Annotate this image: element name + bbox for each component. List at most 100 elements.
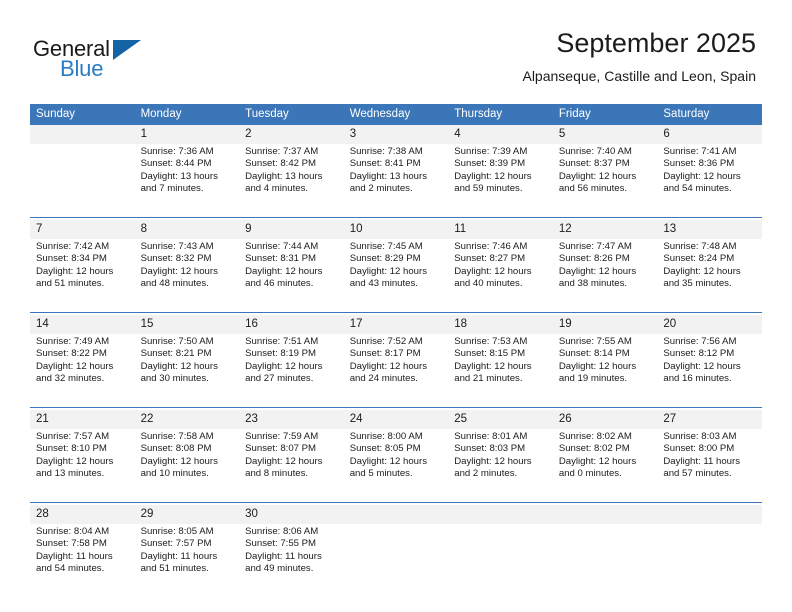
day-detail-cell[interactable]: Sunrise: 7:53 AM Sunset: 8:15 PM Daylight:… [448,334,553,408]
day-number-cell[interactable]: 13 [657,220,762,239]
day-number-cell[interactable]: 19 [552,315,658,334]
sunset-text: Sunset: 7:58 PM [36,538,107,550]
sunrise-text: Sunrise: 7:51 AM [245,336,319,347]
daylight-text-line2: and 30 minutes. [140,373,209,385]
day-detail-cell[interactable]: Sunrise: 7:40 AM Sunset: 8:37 PM Daylight:… [552,144,658,218]
day-detail-cell-empty [657,524,762,597]
logo-triangle-icon [113,40,141,60]
day-number-cell[interactable]: 30 [239,505,344,524]
day-number-cell[interactable]: 27 [657,410,762,429]
day-detail-cell[interactable]: Sunrise: 7:56 AM Sunset: 8:12 PM Daylight:… [657,334,762,408]
day-detail-cell[interactable]: Sunrise: 7:37 AM Sunset: 8:42 PM Daylight:… [239,144,344,218]
day-detail-cell[interactable]: Sunrise: 7:50 AM Sunset: 8:21 PM Daylight:… [134,334,240,408]
day-number-cell-empty [448,505,553,524]
day-number-cell[interactable]: 21 [30,410,135,429]
day-detail-cell[interactable]: Sunrise: 7:55 AM Sunset: 8:14 PM Daylight:… [552,334,658,408]
sunset-text: Sunset: 8:19 PM [245,348,317,360]
daylight-text-line2: and 10 minutes. [140,468,209,480]
sunrise-text: Sunrise: 7:46 AM [454,241,528,252]
day-detail-cell[interactable]: Sunrise: 8:05 AM Sunset: 7:57 PM Daylight:… [134,524,240,597]
sunrise-text: Sunrise: 7:43 AM [140,241,214,252]
sunrise-text: Sunrise: 7:49 AM [36,336,110,347]
daylight-text-line1: Daylight: 12 hours [454,360,532,372]
day-number-cell[interactable]: 12 [552,220,658,239]
daylight-text-line1: Daylight: 12 hours [454,455,532,467]
day-number-cell[interactable]: 10 [343,220,449,239]
day-number-cell[interactable]: 5 [552,125,658,144]
day-detail-cell[interactable]: Sunrise: 8:04 AM Sunset: 7:58 PM Daylight:… [30,524,135,597]
sunset-text: Sunset: 8:27 PM [454,253,526,265]
day-detail-cell[interactable]: Sunrise: 7:45 AM Sunset: 8:29 PM Daylight:… [343,239,449,313]
day-detail-cell[interactable]: Sunrise: 7:49 AM Sunset: 8:22 PM Daylight:… [30,334,135,408]
sunset-text: Sunset: 8:00 PM [663,443,735,455]
day-number-cell[interactable]: 18 [448,315,553,334]
day-number: 16 [245,318,258,330]
day-number-cell[interactable]: 24 [343,410,449,429]
day-detail-cell[interactable]: Sunrise: 8:06 AM Sunset: 7:55 PM Daylight:… [239,524,344,597]
day-number-cell[interactable]: 9 [239,220,344,239]
day-detail-cell[interactable]: Sunrise: 8:01 AM Sunset: 8:03 PM Daylight:… [448,429,553,503]
day-number-cell[interactable]: 8 [134,220,240,239]
day-number-cell[interactable]: 2 [239,125,344,144]
day-number-cell[interactable]: 4 [448,125,553,144]
daylight-text-line2: and 5 minutes. [349,468,413,480]
day-number-cell[interactable]: 1 [134,125,240,144]
day-detail-cell-empty [552,524,658,597]
day-detail-cell[interactable]: Sunrise: 7:46 AM Sunset: 8:27 PM Daylight:… [448,239,553,313]
daylight-text-line2: and 0 minutes. [558,468,622,480]
day-number: 23 [245,413,258,425]
day-number-cell[interactable]: 17 [343,315,449,334]
daylight-text-line2: and 38 minutes. [558,278,628,290]
day-number-cell[interactable]: 22 [134,410,240,429]
day-number-cell[interactable]: 20 [657,315,762,334]
sunset-text: Sunset: 8:17 PM [349,348,421,360]
day-detail-cell[interactable]: Sunrise: 7:57 AM Sunset: 8:10 PM Daylight:… [30,429,135,503]
day-detail-cell[interactable]: Sunrise: 7:38 AM Sunset: 8:41 PM Daylight:… [343,144,449,218]
day-detail-cell[interactable]: Sunrise: 7:36 AM Sunset: 8:44 PM Daylight:… [134,144,240,218]
page-subtitle: Alpanseque, Castille and Leon, Spain [522,68,756,84]
day-detail-cell[interactable]: Sunrise: 7:51 AM Sunset: 8:19 PM Daylight:… [239,334,344,408]
day-number: 25 [454,413,468,425]
daylight-text-line2: and 7 minutes. [140,183,204,195]
day-number-cell[interactable]: 29 [134,505,240,524]
day-number-cell[interactable]: 28 [30,505,135,524]
day-number: 6 [663,128,670,140]
day-number-cell[interactable]: 3 [343,125,449,144]
day-number-cell[interactable]: 14 [30,315,135,334]
day-number-cell[interactable]: 16 [239,315,344,334]
day-detail-cell[interactable]: Sunrise: 8:00 AM Sunset: 8:05 PM Daylight:… [343,429,449,503]
day-number-cell[interactable]: 26 [552,410,658,429]
daylight-text-line1: Daylight: 12 hours [245,360,323,372]
day-detail-cell[interactable]: Sunrise: 7:52 AM Sunset: 8:17 PM Daylight:… [343,334,449,408]
sunset-text: Sunset: 8:12 PM [663,348,735,360]
day-detail-cell[interactable]: Sunrise: 8:02 AM Sunset: 8:02 PM Daylight:… [552,429,658,503]
weekday-header-sunday: Sunday [30,104,135,125]
day-number-cell-empty [343,505,449,524]
day-detail-cell[interactable]: Sunrise: 7:41 AM Sunset: 8:36 PM Daylight:… [657,144,762,218]
day-detail-cell[interactable]: Sunrise: 7:59 AM Sunset: 8:07 PM Daylight:… [239,429,344,503]
page-header: General Blue September 2025 Alpanseque, … [0,0,792,100]
day-detail-cell[interactable]: Sunrise: 7:42 AM Sunset: 8:34 PM Daylight:… [30,239,135,313]
daylight-text-line2: and 24 minutes. [349,373,418,385]
day-number-cell[interactable]: 23 [239,410,344,429]
day-detail-cell[interactable]: Sunrise: 8:03 AM Sunset: 8:00 PM Daylight:… [657,429,762,503]
day-detail-cell[interactable]: Sunrise: 7:47 AM Sunset: 8:26 PM Daylight:… [552,239,658,313]
day-detail-cell[interactable]: Sunrise: 7:48 AM Sunset: 8:24 PM Daylight:… [657,239,762,313]
day-number-cell[interactable]: 25 [448,410,553,429]
day-detail-cell[interactable]: Sunrise: 7:58 AM Sunset: 8:08 PM Daylight:… [134,429,240,503]
sunrise-text: Sunrise: 8:00 AM [349,431,423,442]
day-number: 11 [454,223,467,235]
weekday-header-thursday: Thursday [448,104,553,125]
day-number-cell[interactable]: 11 [448,220,553,239]
day-detail-cell[interactable]: Sunrise: 7:43 AM Sunset: 8:32 PM Daylight:… [134,239,240,313]
day-number: 2 [245,128,252,140]
daylight-text-line1: Daylight: 12 hours [36,360,114,372]
day-number-cell[interactable]: 15 [134,315,240,334]
day-number-cell[interactable]: 6 [657,125,762,144]
daylight-text-line1: Daylight: 12 hours [36,265,114,277]
day-detail-cell[interactable]: Sunrise: 7:39 AM Sunset: 8:39 PM Daylight:… [448,144,553,218]
day-number-cell[interactable]: 7 [30,220,135,239]
sunrise-text: Sunrise: 7:59 AM [245,431,319,442]
day-detail-cell[interactable]: Sunrise: 7:44 AM Sunset: 8:31 PM Daylight:… [239,239,344,313]
day-number: 18 [454,318,468,330]
